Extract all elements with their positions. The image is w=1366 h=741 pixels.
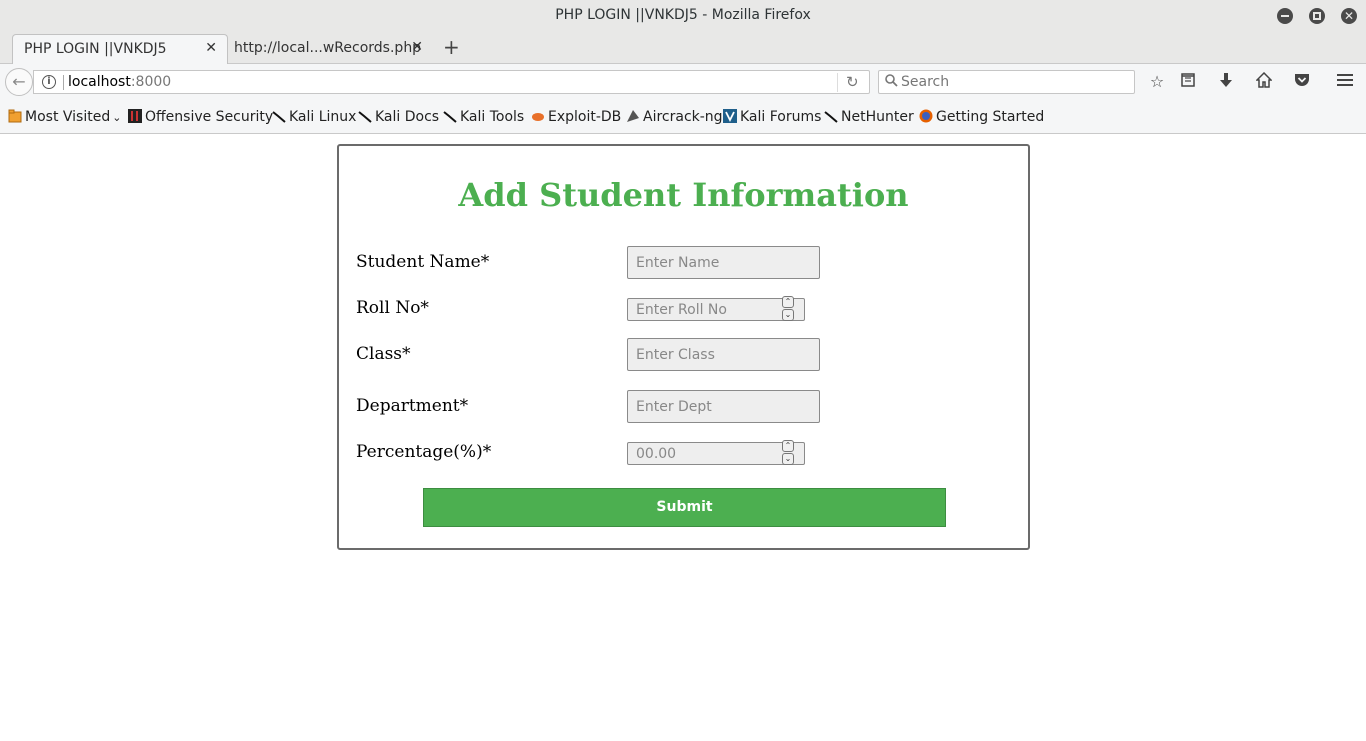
tab-close-icon[interactable]: ✕ (411, 39, 423, 55)
reload-separator (837, 73, 838, 92)
aircrack-icon (626, 109, 640, 123)
roll-no-stepper[interactable]: ⌃ ⌄ (782, 296, 794, 322)
window-title: PHP LOGIN ||VNKDJ5 - Mozilla Firefox (555, 7, 811, 23)
roll-no-input[interactable] (627, 298, 805, 321)
bookmark-label: Getting Started (936, 109, 1045, 125)
percentage-input[interactable] (627, 442, 805, 465)
maximize-button[interactable] (1309, 8, 1325, 24)
bookmark-label: NetHunter (841, 109, 914, 125)
close-window-button[interactable]: ✕ (1341, 8, 1357, 24)
pocket-icon[interactable] (1292, 72, 1312, 92)
spin-down-icon[interactable]: ⌄ (782, 453, 794, 465)
url-text[interactable]: localhost:8000 (68, 74, 171, 90)
folder-icon (8, 109, 22, 123)
minimize-button[interactable] (1277, 8, 1293, 24)
spin-down-icon[interactable]: ⌄ (782, 309, 794, 321)
back-arrow-icon: ← (12, 72, 26, 91)
reload-icon[interactable]: ↻ (846, 73, 859, 91)
tab-view-records[interactable]: http://local...wRecords.php ✕ (228, 34, 433, 64)
new-tab-button[interactable]: + (443, 36, 460, 58)
window-titlebar: PHP LOGIN ||VNKDJ5 - Mozilla Firefox ✕ (0, 0, 1366, 32)
tab-label: http://local...wRecords.php (234, 40, 422, 56)
search-input[interactable] (901, 73, 1126, 91)
bookmark-label: Offensive Security (145, 109, 274, 125)
tab-close-icon[interactable]: ✕ (205, 40, 217, 56)
submit-button[interactable]: Submit (423, 488, 946, 527)
kali-forums-icon (723, 109, 737, 123)
search-icon (885, 74, 898, 91)
student-name-label: Student Name* (356, 252, 490, 272)
home-icon[interactable] (1254, 71, 1274, 92)
class-input[interactable] (627, 338, 820, 371)
info-icon[interactable]: i (42, 75, 56, 89)
spin-up-icon[interactable]: ⌃ (782, 440, 794, 452)
hamburger-menu-icon[interactable] (1335, 72, 1355, 92)
roll-no-label: Roll No* (356, 298, 429, 318)
spin-up-icon[interactable]: ⌃ (782, 296, 794, 308)
department-input[interactable] (627, 390, 820, 423)
kali-icon (272, 109, 286, 123)
bookmark-most-visited[interactable]: Most Visited ⌄ (8, 109, 121, 125)
tab-php-login[interactable]: PHP LOGIN ||VNKDJ5 ✕ (12, 34, 228, 64)
bookmark-kali-docs[interactable]: Kali Docs (358, 109, 439, 125)
percentage-label: Percentage(%)* (356, 442, 492, 462)
back-button[interactable]: ← (5, 68, 33, 96)
bookmark-label: Aircrack-ng (643, 109, 723, 125)
department-label: Department* (356, 396, 469, 416)
search-bar[interactable] (878, 70, 1135, 94)
bookmark-label: Kali Forums (740, 109, 822, 125)
tab-label: PHP LOGIN ||VNKDJ5 (24, 41, 167, 57)
bookmark-label: Kali Tools (460, 109, 525, 125)
navigation-bar: ← i localhost:8000 ↻ ☆ (0, 64, 1366, 100)
kali-icon (443, 109, 457, 123)
url-port: :8000 (130, 74, 172, 90)
chevron-down-icon: ⌄ (112, 111, 122, 124)
close-icon: ✕ (1343, 9, 1355, 23)
bookmark-label: Kali Linux (289, 109, 357, 125)
exploitdb-icon (531, 109, 545, 123)
bookmark-nethunter[interactable]: NetHunter (824, 109, 914, 125)
bookmark-kali-linux[interactable]: Kali Linux (272, 109, 356, 125)
bookmark-kali-forums[interactable]: Kali Forums (723, 109, 821, 125)
bookmark-offensive-security[interactable]: Offensive Security (128, 109, 273, 125)
bookmark-label: Kali Docs (375, 109, 440, 125)
bookmark-aircrack-ng[interactable]: Aircrack-ng (626, 109, 723, 125)
bookmark-exploit-db[interactable]: Exploit-DB (531, 109, 621, 125)
student-name-input[interactable] (627, 246, 820, 279)
kali-icon (358, 109, 372, 123)
bookmark-kali-tools[interactable]: Kali Tools (443, 109, 524, 125)
bookmark-label: Most Visited (25, 109, 111, 125)
reading-list-icon[interactable] (1178, 72, 1198, 92)
bookmarks-toolbar: Most Visited ⌄ Offensive Security Kali Li… (0, 100, 1366, 134)
roll-no-field: ⌃ ⌄ (627, 296, 805, 322)
kali-icon (824, 109, 838, 123)
bookmark-star-icon[interactable]: ☆ (1147, 72, 1167, 92)
form-title: Add Student Information (458, 176, 909, 214)
tab-strip: PHP LOGIN ||VNKDJ5 ✕ http://local...wRec… (0, 32, 1366, 64)
class-label: Class* (356, 344, 411, 364)
bookmark-label: Exploit-DB (548, 109, 622, 125)
percentage-field: ⌃ ⌄ (627, 440, 805, 466)
url-host: localhost (68, 74, 131, 90)
url-separator (63, 75, 64, 90)
student-form-container: Add Student Information Student Name* Ro… (337, 144, 1030, 550)
percentage-stepper[interactable]: ⌃ ⌄ (782, 440, 794, 466)
bookmark-getting-started[interactable]: Getting Started (919, 109, 1044, 125)
firefox-icon (919, 109, 933, 123)
offsec-icon (128, 109, 142, 123)
url-bar[interactable]: i localhost:8000 ↻ (33, 70, 870, 94)
download-icon[interactable] (1216, 72, 1236, 92)
